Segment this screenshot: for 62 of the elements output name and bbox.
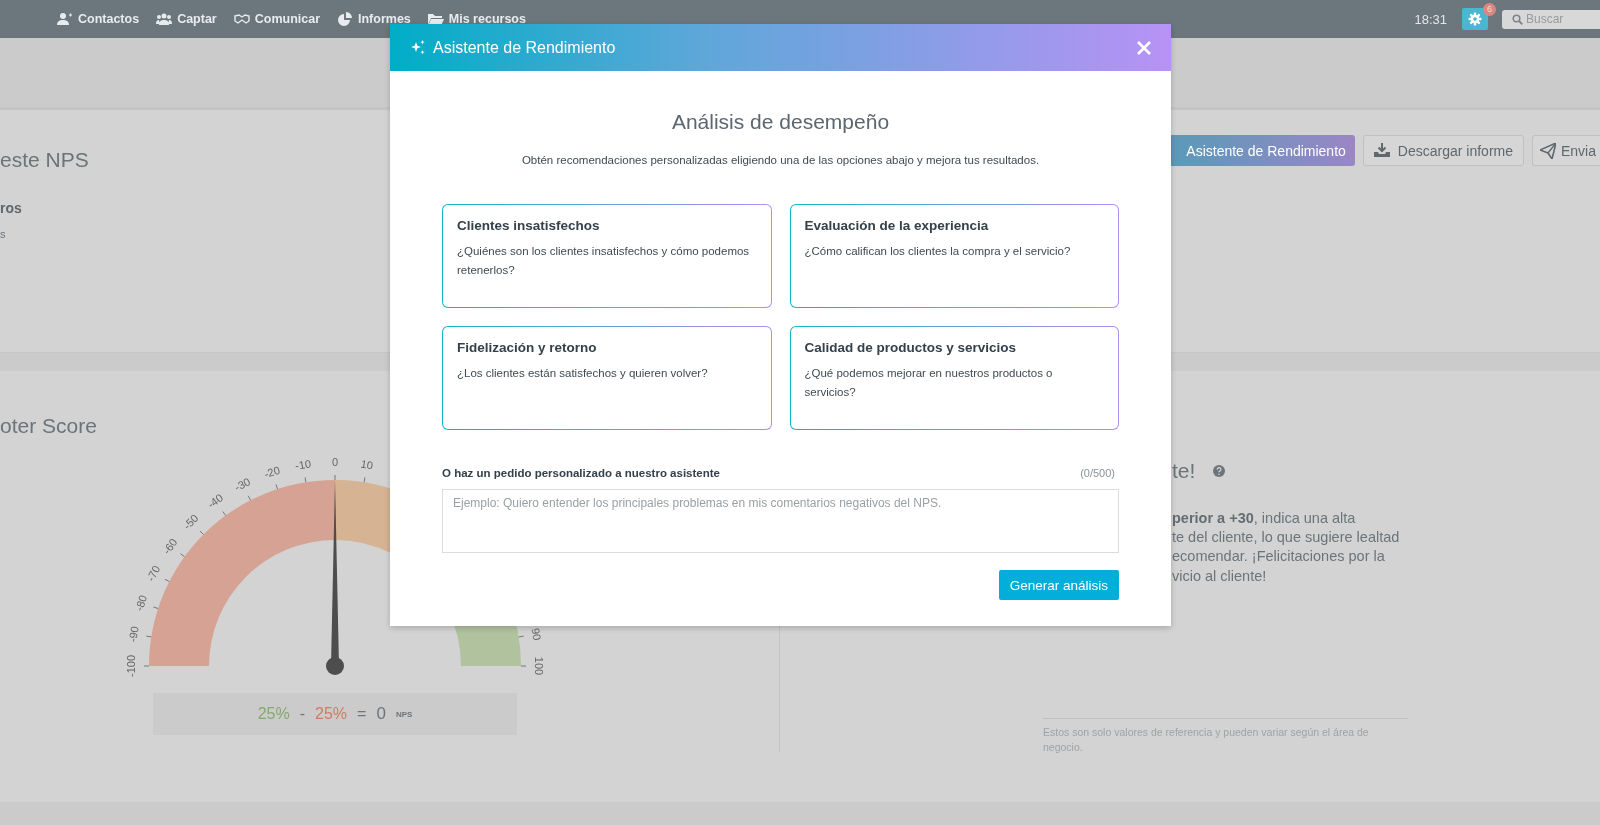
tick-label: -30 <box>232 475 253 494</box>
settings-icon <box>1468 12 1482 26</box>
result-text: vicio al cliente! <box>1172 566 1268 586</box>
search-icon <box>1512 13 1523 25</box>
tick-label: 10 <box>359 457 374 472</box>
tick-label: -60 <box>160 536 180 557</box>
tick-label: -90 <box>126 625 141 643</box>
tick-label: -10 <box>294 457 312 472</box>
tick-label: 100 <box>533 656 545 676</box>
character-counter: (0/500) <box>1080 467 1116 479</box>
clock-time: 18:31 <box>1414 11 1447 27</box>
result-text: te del cliente, lo que sugiere lealtad <box>1172 528 1401 548</box>
option-card[interactable]: Clientes insatisfechos ¿Quiénes son los clientes insatisfechos y cómo podemos retenerlos? <box>442 204 772 308</box>
send-button[interactable]: Envia <box>1532 135 1600 166</box>
panel-title: te! <box>1172 459 1196 483</box>
people-icon <box>156 12 173 26</box>
tick-label: -40 <box>205 491 226 511</box>
paper-plane-icon <box>1540 142 1556 159</box>
option-card[interactable]: Fidelización y retorno ¿Los clientes están satisfechos y quieren volver? <box>442 326 772 430</box>
option-card[interactable]: Evaluación de la experiencia ¿Cómo califican los clientes la compra y el servicio? <box>789 204 1119 308</box>
handshake-icon <box>233 12 250 26</box>
tick-label: -70 <box>144 563 163 584</box>
download-icon <box>1373 142 1390 159</box>
download-button[interactable]: Descargar informe <box>1362 135 1524 166</box>
nav-link[interactable]: Captar <box>156 12 217 26</box>
minus-sign: - <box>299 705 306 723</box>
nav-link[interactable]: Comunicar <box>233 12 320 26</box>
request-field[interactable]: Ejemplo: Quiero entender los principales problemas en mis comentarios negativos del NPS. <box>442 489 1119 553</box>
search-field[interactable]: Buscar <box>1502 9 1600 29</box>
dialog-heading: Análisis de desempeño <box>670 110 891 134</box>
tick-label: 0 <box>331 456 339 468</box>
close-button[interactable] <box>1135 38 1153 57</box>
promoters-percent: 25% <box>257 705 290 723</box>
sparkle-icon <box>410 39 426 56</box>
result-text: perior a +30, indica una alta <box>1172 509 1357 528</box>
nav-link[interactable]: Contactos <box>57 12 140 26</box>
nps-value: 0 <box>376 704 386 724</box>
tick-label: -50 <box>180 511 201 532</box>
tick-label: -20 <box>262 463 282 481</box>
notification-badge: 6 <box>1483 3 1496 16</box>
caption-text: s <box>0 228 7 240</box>
tick-label: -80 <box>132 593 150 613</box>
tick-label: -100 <box>125 655 137 677</box>
detractors-percent: 25% <box>315 705 348 723</box>
panel-title: oter Score <box>0 414 98 438</box>
settings-button[interactable] <box>1462 8 1488 30</box>
section-label: ros <box>0 200 23 216</box>
equals-sign: = <box>357 705 367 723</box>
generate-button[interactable]: Generar análisis <box>998 570 1119 600</box>
report-title: este NPS <box>0 148 89 172</box>
person-icon <box>57 12 73 26</box>
result-text: ecomendar. ¡Felicitaciones por la <box>1172 547 1386 567</box>
pie-chart-icon <box>337 12 353 26</box>
modal-title: Asistente de Rendimiento <box>433 38 617 57</box>
nav-link[interactable]: Informes <box>337 12 411 26</box>
option-card[interactable]: Calidad de productos y servicios ¿Qué podemos mejorar en nuestros productos o servicios? <box>789 326 1119 430</box>
tick-label: 90 <box>529 627 544 642</box>
intro-text: Obtén recomendaciones personalizadas eligiendo una de las opciones abajo y mejora tus resultados. <box>520 154 1041 166</box>
help-icon <box>1213 465 1226 477</box>
nps-unit: NPS <box>395 709 413 719</box>
field-label: O haz un pedido personalizado a nuestro asistente <box>442 467 720 479</box>
close-icon <box>1137 40 1151 55</box>
